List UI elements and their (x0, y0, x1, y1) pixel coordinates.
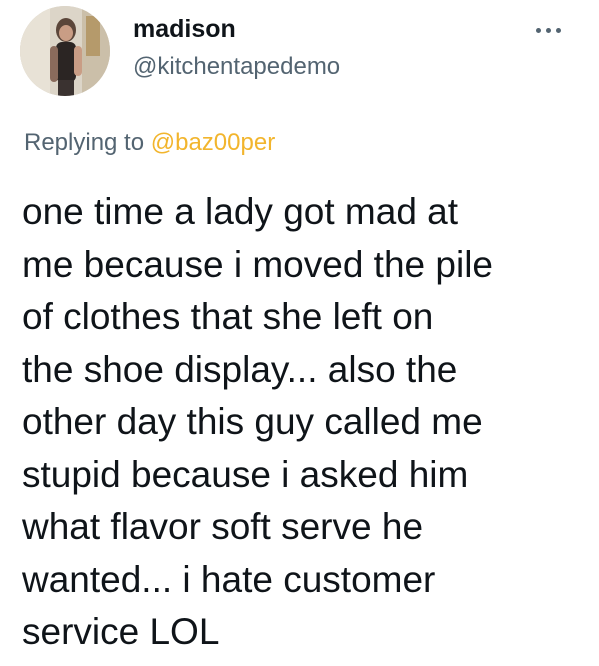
ellipsis-icon-dot (555, 27, 561, 33)
tweet-text-line: what flavor soft serve he (22, 506, 424, 547)
tweet-text-line: the shoe display... also the (22, 348, 458, 390)
tweet-text-line: me because i moved the pile (22, 243, 493, 285)
tweet-text-line: other day this guy called me (22, 401, 483, 442)
profile-photo-icon (20, 6, 110, 96)
user-handle[interactable]: @kitchentapedemo (133, 52, 340, 82)
tweet-text-line: of clothes that she left on (22, 296, 434, 337)
avatar[interactable] (20, 6, 110, 96)
ellipsis-icon-dot (545, 27, 551, 33)
tweet-text-line: stupid because i asked him (22, 453, 469, 495)
tweet-text-line: wanted... i hate customer (22, 558, 436, 600)
reply-mention-link[interactable]: @baz00per (151, 129, 275, 156)
tweet-card: madison @kitchentapedemo Replying to @ba… (0, 0, 599, 666)
tweet-text-line: service LOL (22, 611, 220, 652)
display-name[interactable]: madison (133, 14, 236, 44)
replying-to-label: Replying to (24, 129, 145, 156)
replying-to: Replying to @baz00per (24, 128, 275, 158)
ellipsis-icon-dot (535, 27, 541, 33)
more-options-button[interactable] (526, 20, 570, 40)
tweet-text-line: one time a lady got mad at (22, 191, 459, 232)
tweet-text: one time a lady got mad at me because i … (22, 186, 592, 659)
